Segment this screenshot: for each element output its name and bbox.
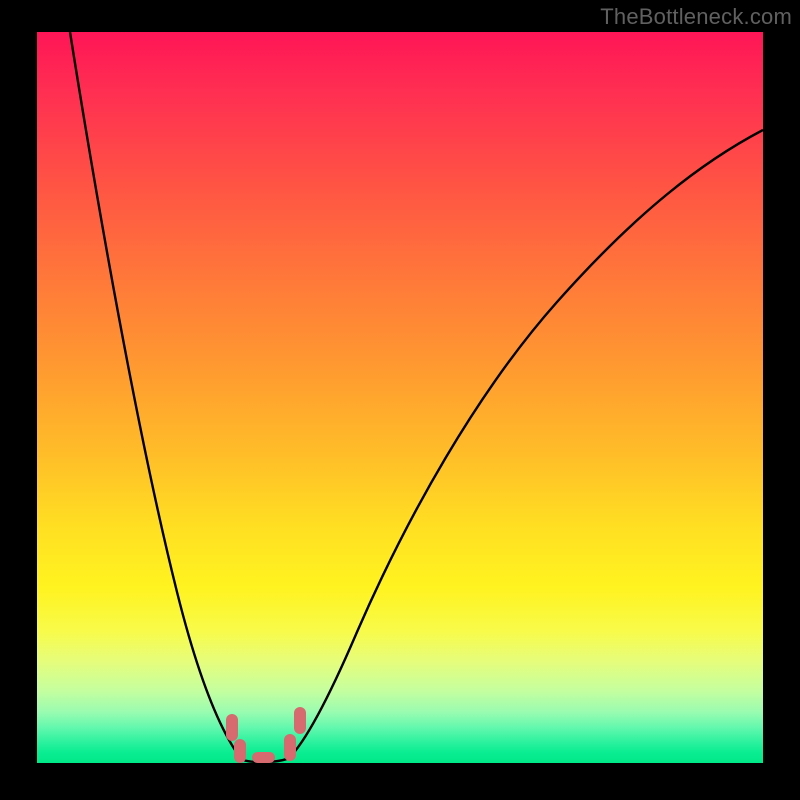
marker-left-lower xyxy=(234,739,246,763)
curve-left-branch xyxy=(70,32,243,760)
marker-bottom xyxy=(252,752,275,763)
plot-area xyxy=(37,32,763,763)
watermark-text: TheBottleneck.com xyxy=(600,4,792,30)
chart-frame: TheBottleneck.com xyxy=(0,0,800,800)
marker-right-lower xyxy=(284,734,296,761)
curve-right-branch xyxy=(289,130,763,758)
marker-right-upper xyxy=(294,707,306,734)
bottleneck-curve xyxy=(37,32,763,763)
marker-left-upper xyxy=(226,714,238,741)
